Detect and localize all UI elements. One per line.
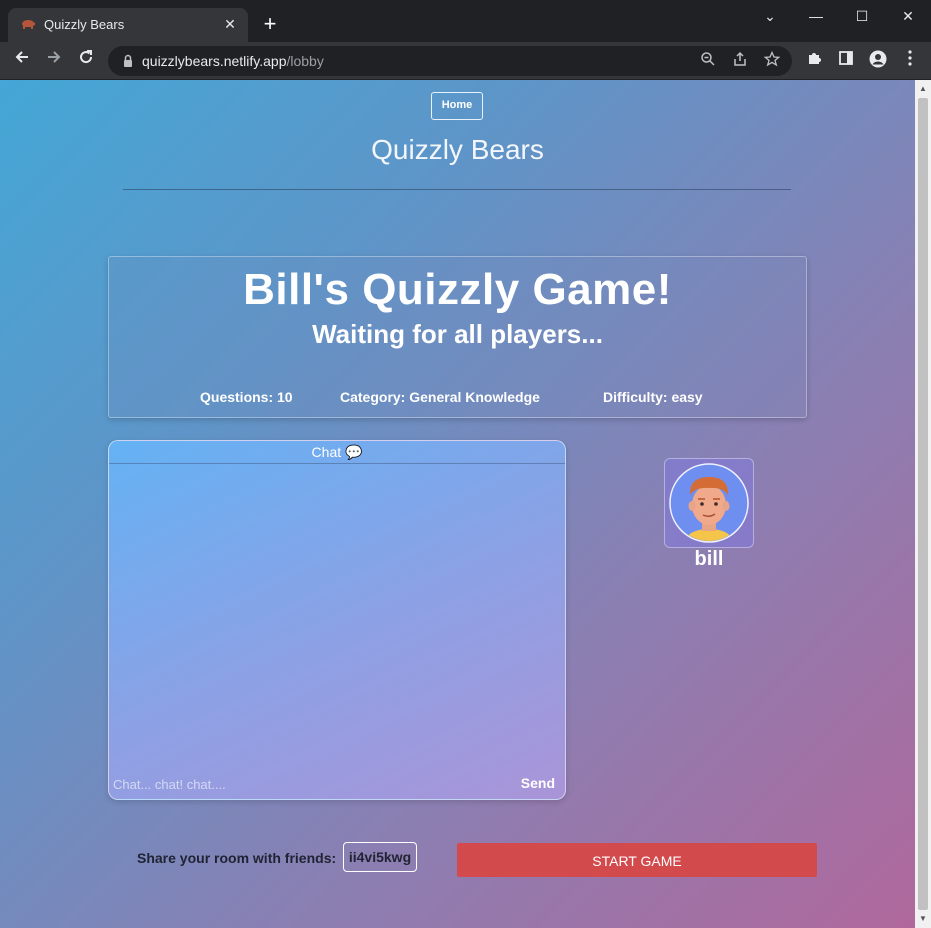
- chat-header: Chat 💬: [109, 441, 565, 464]
- lock-icon: [124, 54, 132, 67]
- home-button[interactable]: Home: [431, 92, 483, 120]
- profile-avatar-icon[interactable]: [867, 50, 889, 72]
- room-code[interactable]: ii4vi5kwg: [343, 842, 417, 872]
- maximize-window-icon[interactable]: ☐: [839, 4, 885, 28]
- boy-avatar-icon: [669, 463, 749, 543]
- tab-title: Quizzly Bears: [44, 17, 125, 32]
- browser-tab-bar: Quizzly Bears ✕ + ⌄ — ☐ ✕: [0, 0, 931, 42]
- difficulty-label: Difficulty: easy: [603, 389, 703, 405]
- title-divider: [123, 189, 791, 190]
- forward-arrow-icon[interactable]: [42, 48, 66, 72]
- address-bar[interactable]: quizzlybears.netlify.app/lobby: [108, 46, 792, 76]
- bookmark-star-icon[interactable]: [762, 50, 782, 71]
- side-panel-icon[interactable]: [835, 50, 857, 72]
- share-room-label: Share your room with friends:: [137, 850, 337, 866]
- page-scrollbar[interactable]: ▲ ▼: [915, 80, 931, 928]
- chat-input[interactable]: [111, 773, 495, 795]
- chat-panel: Chat 💬 Send: [108, 440, 566, 800]
- chat-messages[interactable]: [109, 464, 565, 764]
- minimize-window-icon[interactable]: —: [793, 4, 839, 28]
- questions-count: Questions: 10: [200, 389, 293, 405]
- category-label: Category: General Knowledge: [340, 389, 540, 405]
- tab-search-chevron-icon[interactable]: ⌄: [747, 4, 793, 28]
- reload-icon[interactable]: [74, 48, 98, 72]
- site-title: Quizzly Bears: [371, 134, 544, 165]
- zoom-icon[interactable]: [698, 51, 718, 71]
- lobby-page: Home Quizzly Bears Bill's Quizzly Game! …: [0, 80, 915, 928]
- player-avatar-card: [664, 458, 754, 548]
- close-window-icon[interactable]: ✕: [885, 4, 931, 28]
- extensions-puzzle-icon[interactable]: [803, 50, 825, 72]
- scrollbar-thumb[interactable]: [918, 98, 928, 910]
- back-arrow-icon[interactable]: [10, 48, 34, 72]
- scroll-up-arrow-icon[interactable]: ▲: [918, 84, 928, 94]
- browser-toolbar: quizzlybears.netlify.app/lobby: [0, 42, 931, 80]
- chat-send-button[interactable]: Send: [521, 775, 555, 791]
- share-icon[interactable]: [730, 51, 750, 71]
- player-name: bill: [694, 548, 724, 570]
- new-tab-button[interactable]: +: [258, 12, 282, 36]
- url-text: quizzlybears.netlify.app/lobby: [142, 53, 324, 69]
- game-title: Bill's Quizzly Game!: [243, 265, 672, 314]
- game-status: Waiting for all players...: [312, 319, 603, 349]
- game-info-card: Bill's Quizzly Game! Waiting for all pla…: [108, 256, 807, 418]
- tab-close-icon[interactable]: ✕: [220, 14, 240, 34]
- browser-tab[interactable]: Quizzly Bears ✕: [8, 8, 248, 42]
- start-game-button[interactable]: START GAME: [457, 843, 817, 877]
- kebab-menu-icon[interactable]: [899, 50, 921, 72]
- bear-favicon-icon: [22, 20, 35, 29]
- scroll-down-arrow-icon[interactable]: ▼: [918, 914, 928, 924]
